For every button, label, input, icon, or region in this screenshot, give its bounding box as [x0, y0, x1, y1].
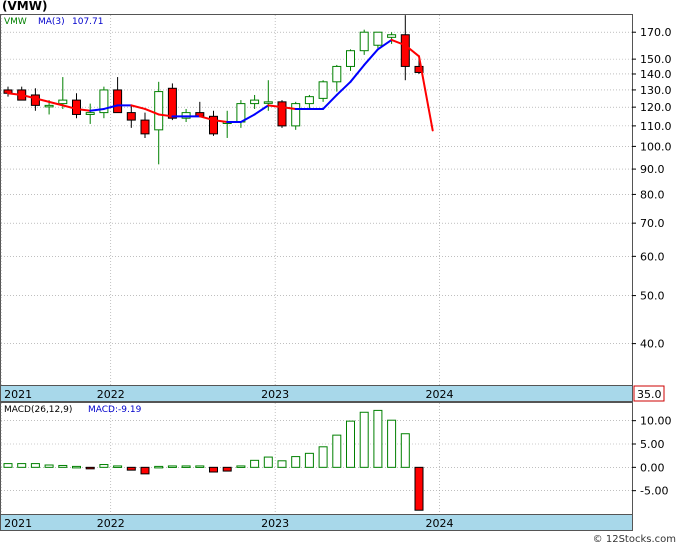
macd-bar-positive: [373, 409, 383, 468]
candle-down: [400, 34, 410, 67]
macd-bar-positive: [304, 452, 314, 468]
price-y-tick-label: 40.0: [640, 338, 665, 351]
macd-x-tick-label: 2021: [4, 517, 32, 530]
price-y-tick-label: 110.0: [640, 120, 672, 133]
macd-plot-frame: [0, 402, 633, 515]
candle-up: [236, 103, 246, 123]
price-plot-frame: [0, 14, 633, 386]
macd-bar-positive: [387, 419, 397, 468]
macd-bar-negative: [126, 466, 136, 471]
macd-bar-positive: [195, 465, 205, 468]
macd-bar-positive: [359, 411, 369, 468]
price-x-tick-label: 2024: [426, 388, 454, 401]
legend-ticker: VMW: [4, 17, 27, 27]
macd-y-tick-label: 5.00: [640, 438, 665, 451]
price-x-tick-label: 2023: [261, 388, 289, 401]
macd-legend-value: MACD:-9.19: [88, 405, 142, 415]
candle-up: [373, 31, 383, 46]
price-y-tick-label: 50.0: [640, 290, 665, 303]
candle-down: [277, 101, 287, 127]
macd-y-tick-label: 0.00: [640, 461, 665, 474]
price-x-tick-label: 2021: [4, 388, 32, 401]
macd-bar-positive: [167, 465, 177, 468]
price-y-tick-label: 150.0: [640, 53, 672, 66]
macd-bar-positive: [291, 456, 301, 468]
macd-bar-positive: [400, 433, 410, 468]
macd-bar-positive: [99, 464, 109, 468]
price-tag-value: 35.0: [637, 388, 662, 401]
price-y-tick-label: 170.0: [640, 26, 672, 39]
price-y-tick-label: 140.0: [640, 68, 672, 81]
macd-x-tick-label: 2022: [97, 517, 125, 530]
price-y-tick-label: 90.0: [640, 163, 665, 176]
candle-up: [154, 91, 164, 131]
price-date-band: [0, 385, 633, 402]
legend-ma-value: 107.71: [72, 17, 104, 27]
price-y-tick-label: 70.0: [640, 217, 665, 230]
macd-bar-positive: [154, 465, 164, 469]
macd-bar-positive: [181, 465, 191, 468]
macd-legend-label: MACD(26,12,9): [4, 405, 72, 415]
candle-up: [58, 99, 68, 105]
macd-x-tick-label: 2024: [426, 517, 454, 530]
macd-date-band: [0, 514, 633, 531]
macd-bar-negative: [85, 466, 95, 470]
price-y-tick-label: 130.0: [640, 84, 672, 97]
candle-down: [30, 94, 40, 106]
macd-bar-positive: [44, 464, 54, 468]
candle-up: [263, 101, 273, 104]
legend-ma-label: MA(3): [38, 17, 65, 27]
macd-bar-positive: [263, 456, 273, 468]
candle-up: [304, 96, 314, 105]
candle-up: [250, 99, 260, 105]
candle-up: [346, 50, 355, 67]
macd-bar-negative: [414, 466, 424, 511]
macd-bar-negative: [140, 466, 150, 475]
price-y-axis: 40.0 50.0 60.0 70.0 80.0 90.0 100.0 110.0 120.0 1…: [632, 26, 672, 351]
macd-x-tick-label: 2023: [261, 517, 289, 530]
price-y-tick-label: 60.0: [640, 250, 665, 263]
macd-bar-negative: [222, 466, 232, 472]
price-y-tick-label: 80.0: [640, 188, 665, 201]
macd-bar-positive: [58, 464, 68, 468]
macd-bar-positive: [113, 465, 123, 468]
macd-bar-positive: [332, 434, 342, 468]
macd-bar-negative: [209, 466, 218, 473]
macd-bar-positive: [277, 460, 287, 468]
macd-bar-positive: [346, 420, 355, 468]
macd-y-axis: 10.00 5.00 0.00 -5.00: [632, 415, 672, 498]
candle-up: [359, 31, 369, 52]
macd-bar-positive: [318, 446, 328, 468]
macd-y-tick-label: 10.00: [640, 415, 672, 428]
macd-bar-positive: [3, 463, 13, 468]
macd-bar-positive: [17, 463, 27, 468]
candle-up: [291, 103, 301, 127]
candle-down: [167, 87, 177, 119]
price-y-tick-label: 120.0: [640, 101, 672, 114]
candle-up: [85, 112, 95, 115]
chart-canvas: 40.0 50.0 60.0 70.0 80.0 90.0 100.0 110.0 120.0 1…: [0, 14, 672, 531]
macd-bar-positive: [72, 465, 81, 469]
macd-bar-positive: [236, 465, 246, 468]
candle-up: [332, 65, 342, 83]
candle-up: [387, 34, 397, 38]
candle-up: [44, 104, 54, 108]
candle-down: [140, 119, 150, 135]
candle-down: [113, 89, 123, 114]
site-credit: © 12Stocks.com: [592, 534, 676, 545]
candle-down: [126, 112, 136, 121]
macd-bar-positive: [250, 459, 260, 468]
macd-bar-positive: [30, 463, 40, 468]
candle-up: [318, 81, 328, 99]
price-x-tick-label: 2022: [97, 388, 125, 401]
macd-y-tick-label: -5.00: [640, 485, 668, 498]
price-y-tick-label: 100.0: [640, 140, 672, 153]
